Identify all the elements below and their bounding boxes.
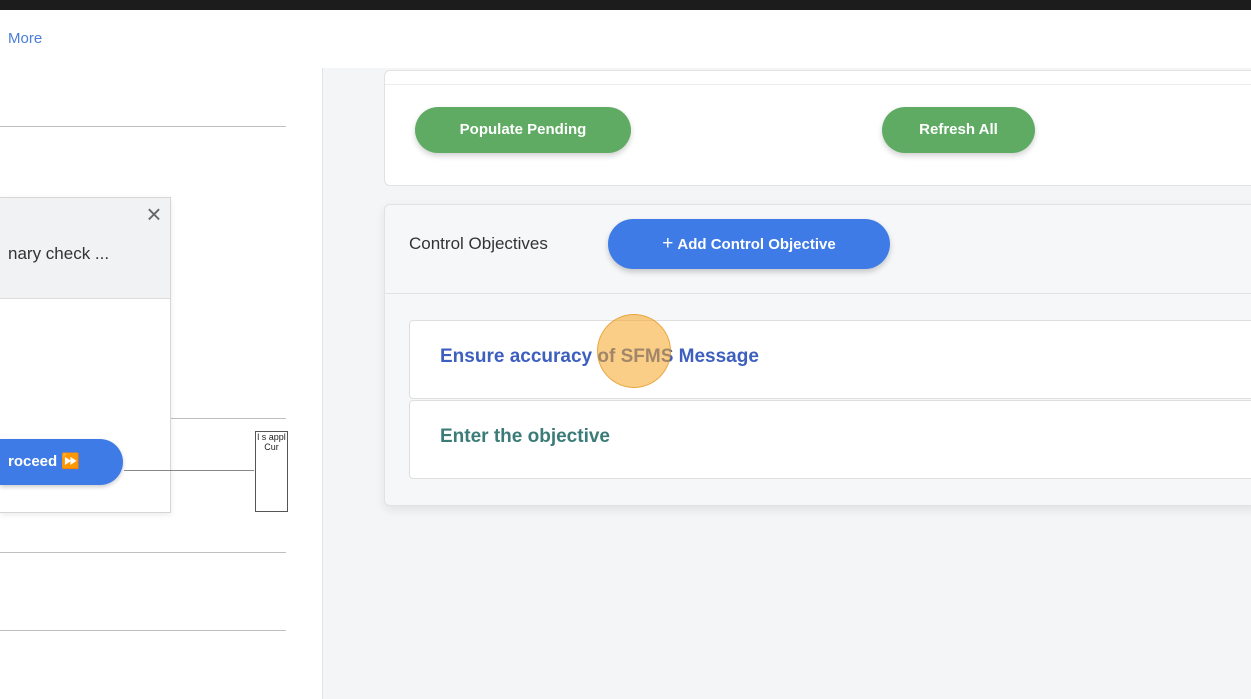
populate-pending-button[interactable]: Populate Pending	[415, 107, 631, 153]
cursor-highlight	[597, 314, 671, 388]
objective-item[interactable]: Enter the objective	[409, 400, 1251, 479]
divider	[385, 84, 1251, 85]
diagram-node-label: l s appl Cur	[257, 432, 286, 452]
refresh-all-button[interactable]: Refresh All	[882, 107, 1035, 153]
divider	[0, 126, 286, 127]
section-title: Control Objectives	[409, 234, 548, 253]
more-link[interactable]: More	[8, 30, 42, 47]
add-control-objective-button[interactable]: + Add Control Objective	[608, 219, 890, 269]
objective-item[interactable]: Ensure accuracy of SFMS Message	[409, 320, 1251, 399]
add-control-objective-label: Add Control Objective	[677, 236, 836, 253]
popup-title: nary check ...	[8, 244, 110, 263]
proceed-button[interactable]: roceed ⏩	[0, 439, 123, 485]
diagram-node[interactable]: l s appl Cur	[255, 431, 288, 512]
control-objectives-card: Control Objectives + Add Control Objectiv…	[384, 204, 1251, 506]
divider	[0, 552, 286, 553]
divider	[385, 293, 1251, 294]
diagram-connector	[124, 470, 254, 471]
popup-dialog: × nary check ... roceed ⏩	[0, 197, 171, 513]
objective-link[interactable]: Enter the objective	[440, 426, 610, 448]
top-bar: More	[0, 10, 1251, 68]
window-top-frame	[0, 0, 1251, 10]
divider	[0, 630, 286, 631]
popup-header: × nary check ...	[0, 198, 170, 299]
close-icon[interactable]: ×	[142, 201, 166, 227]
plus-icon: +	[662, 233, 674, 254]
